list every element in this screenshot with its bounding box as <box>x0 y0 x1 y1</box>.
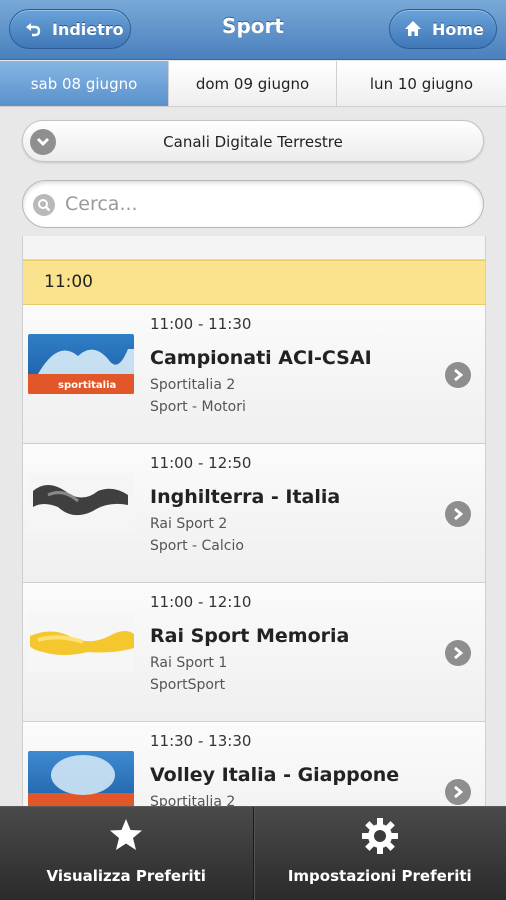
item-title: Volley Italia - Giappone <box>150 764 400 786</box>
chevron-right-icon <box>445 501 471 527</box>
item-channel: Rai Sport 2 <box>150 516 228 532</box>
star-icon <box>0 817 253 853</box>
item-genre: SportSport <box>150 677 226 693</box>
bottom-bar: Visualizza Preferiti Impostazioni Prefer… <box>0 806 506 900</box>
home-button[interactable]: Home <box>389 9 497 49</box>
list-item[interactable]: sportitalia 11:00 - 11:30 Campionati ACI… <box>23 305 485 444</box>
chevron-right-icon <box>445 779 471 805</box>
item-time: 11:00 - 11:30 <box>150 315 252 333</box>
item-channel: Sportitalia 2 <box>150 377 236 393</box>
tab-day-2[interactable]: dom 09 giugno <box>169 61 337 106</box>
item-title: Campionati ACI-CSAI <box>150 347 372 369</box>
program-list[interactable]: 11:00 sportitalia 11:00 - 11:30 Campiona… <box>22 236 486 806</box>
view-favorites-label: Visualizza Preferiti <box>46 867 206 885</box>
view-favorites-button[interactable]: Visualizza Preferiti <box>0 807 253 900</box>
time-divider: 11:00 <box>23 260 485 305</box>
svg-text:sportitalia: sportitalia <box>58 380 116 391</box>
channel-select[interactable]: Canali Digitale Terrestre <box>22 120 484 162</box>
chevron-right-icon <box>445 362 471 388</box>
date-tabs: sab 08 giugno dom 09 giugno lun 10 giugn… <box>0 61 506 107</box>
home-button-label: Home <box>432 19 484 39</box>
favorites-settings-label: Impostazioni Preferiti <box>287 867 472 885</box>
search-box[interactable] <box>22 180 484 228</box>
channel-select-label: Canali Digitale Terrestre <box>163 133 343 151</box>
channel-logo-sportitalia: sportitalia <box>28 334 134 394</box>
item-channel: Rai Sport 1 <box>150 655 228 671</box>
item-channel: Sportitalia 2 <box>150 794 236 806</box>
item-time: 11:00 - 12:50 <box>150 454 252 472</box>
gear-icon <box>254 817 506 855</box>
search-icon <box>33 194 55 216</box>
item-time: 11:00 - 12:10 <box>150 593 252 611</box>
item-title: Rai Sport Memoria <box>150 625 350 647</box>
list-item[interactable]: 11:30 - 13:30 Volley Italia - Giappone S… <box>23 722 485 806</box>
list-item[interactable]: 11:00 - 12:10 Rai Sport Memoria Rai Spor… <box>23 583 485 722</box>
list-item[interactable]: 11:00 - 12:50 Inghilterra - Italia Rai S… <box>23 444 485 583</box>
header-bar: Indietro Sport Home <box>0 0 506 60</box>
item-genre: Sport - Motori <box>150 399 246 415</box>
item-time: 11:30 - 13:30 <box>150 732 252 750</box>
tab-day-1[interactable]: sab 08 giugno <box>0 61 169 106</box>
list-top-spacer <box>23 236 485 260</box>
channel-logo-sportitalia-2 <box>28 751 134 806</box>
home-icon <box>402 18 424 40</box>
item-title: Inghilterra - Italia <box>150 486 341 508</box>
search-input[interactable] <box>65 189 465 219</box>
favorites-settings-button[interactable]: Impostazioni Preferiti <box>252 807 506 900</box>
item-genre: Sport - Calcio <box>150 538 244 554</box>
channel-logo-rai-sport-1 <box>28 612 134 672</box>
tab-day-3[interactable]: lun 10 giugno <box>337 61 506 106</box>
chevron-right-icon <box>445 640 471 666</box>
channel-logo-rai-sport-2 <box>28 473 134 533</box>
